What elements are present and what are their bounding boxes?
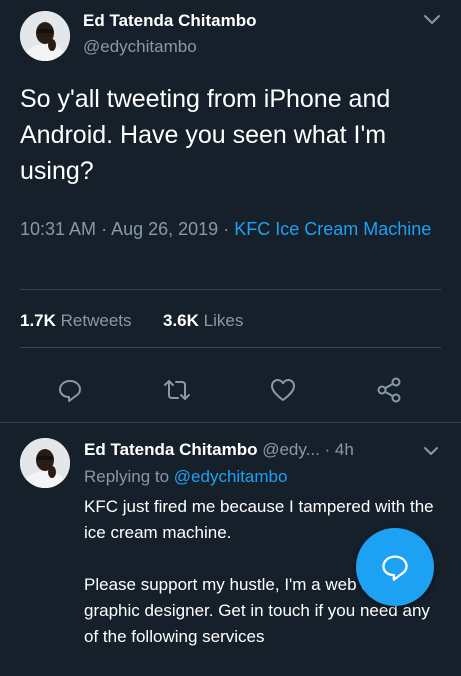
- retweet-count[interactable]: 1.7K: [20, 311, 56, 330]
- tweet-stats: 1.7K Retweets 3.6K Likes: [20, 311, 243, 331]
- chevron-down-icon[interactable]: [423, 14, 441, 26]
- like-label[interactable]: Likes: [204, 311, 244, 330]
- reply-button[interactable]: [53, 373, 87, 407]
- tweet-text: So y'all tweeting from iPhone and Androi…: [20, 85, 391, 185]
- replying-to-link[interactable]: @edychitambo: [174, 467, 288, 486]
- reply-header: Ed Tatenda Chitambo @edy... · 4h: [84, 440, 354, 459]
- compose-reply-button[interactable]: [356, 528, 434, 606]
- tweet-date: Aug 26, 2019: [111, 219, 219, 239]
- tweet-meta: 10:31 AM · Aug 26, 2019 · KFC Ice Cream …: [20, 219, 432, 239]
- reply-author-name[interactable]: Ed Tatenda Chitambo: [84, 440, 257, 459]
- divider: [20, 347, 441, 348]
- like-count[interactable]: 3.6K: [163, 311, 199, 330]
- like-button[interactable]: [266, 373, 300, 407]
- author-handle[interactable]: @edychitambo: [83, 37, 197, 57]
- divider: [0, 422, 461, 423]
- retweet-icon: [164, 380, 190, 400]
- reply-age: 4h: [334, 440, 354, 459]
- tweet-time: 10:31 AM: [20, 219, 97, 239]
- reply-author-handle[interactable]: @edy...: [262, 440, 320, 459]
- like-icon: [271, 379, 295, 401]
- share-button[interactable]: [372, 373, 406, 407]
- tweet-source-link[interactable]: KFC Ice Cream Machine: [234, 219, 431, 239]
- author-name[interactable]: Ed Tatenda Chitambo: [83, 11, 256, 31]
- reply-author-avatar[interactable]: [20, 438, 70, 488]
- divider: [20, 289, 441, 290]
- reply-icon: [59, 380, 81, 402]
- author-avatar[interactable]: [20, 11, 70, 61]
- reply-icon: [382, 555, 408, 581]
- retweet-button[interactable]: [160, 373, 194, 407]
- replying-to: Replying to @edychitambo: [84, 467, 287, 487]
- retweet-label[interactable]: Retweets: [61, 311, 132, 330]
- share-icon: [377, 377, 401, 403]
- chevron-down-icon[interactable]: [423, 446, 439, 457]
- replying-prefix: Replying to: [84, 467, 170, 486]
